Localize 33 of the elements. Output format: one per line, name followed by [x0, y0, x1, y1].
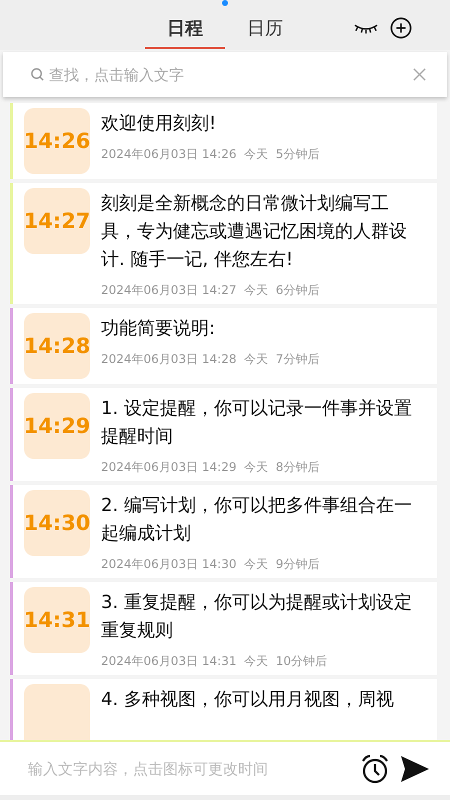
reminder-date: 2024年06月03日 14:31 今天 10分钟后 [101, 653, 328, 670]
composer-bar[interactable]: 输入文字内容，点击图标可更改时间 [0, 740, 450, 795]
time-badge: 14:31 [24, 587, 90, 653]
reminder-card[interactable]: 4. 多种视图，你可以用月视图，周视 [10, 679, 437, 740]
reminder-date: 2024年06月03日 14:30 今天 9分钟后 [101, 556, 320, 573]
time-badge: 14:30 [24, 490, 90, 556]
time-badge: 14:26 [24, 108, 90, 174]
reminder-text: 1. 设定提醒，你可以记录一件事并设置提醒时间 [101, 397, 413, 449]
time-badge [24, 684, 90, 740]
reminder-text: 3. 重复提醒，你可以为提醒或计划设定重复规则 [101, 591, 413, 643]
time-badge: 14:28 [24, 313, 90, 379]
reminder-text: 欢迎使用刻刻! [101, 112, 218, 136]
tab[interactable]: 日历 [225, 9, 305, 49]
alarm-clock-icon[interactable] [360, 754, 390, 784]
search-field[interactable]: 查找，点击输入文字 [3, 52, 447, 97]
reminder-text: 2. 编写计划，你可以把多件事组合在一起编成计划 [101, 494, 413, 546]
reminder-text: 4. 多种视图，你可以用月视图，周视 [101, 688, 395, 712]
search-icon [30, 67, 45, 82]
time-badge: 14:27 [24, 188, 90, 254]
reminder-text: 刻刻是全新概念的日常微计划编写工具，专为健忘或遭遇记忆困境的人群设计. 随手一记, 伴您左右! [101, 192, 408, 272]
tab[interactable]: 日程 [145, 9, 225, 49]
time-badge: 14:29 [24, 393, 90, 459]
reminder-date: 2024年06月03日 14:26 今天 5分钟后 [101, 146, 320, 163]
send-icon[interactable] [400, 754, 430, 782]
reminder-card[interactable]: 14:26 欢迎使用刻刻! 2024年06月03日 14:26 今天 5分钟后 [10, 103, 437, 179]
reminder-date: 2024年06月03日 14:28 今天 7分钟后 [101, 351, 320, 368]
page-indicator-dot [222, 0, 228, 6]
reminder-date: 2024年06月03日 14:27 今天 6分钟后 [101, 282, 320, 299]
reminder-card[interactable]: 14:28 功能简要说明: 2024年06月03日 14:28 今天 7分钟后 [10, 308, 437, 384]
reminder-text: 功能简要说明: [101, 317, 216, 341]
reminder-date: 2024年06月03日 14:29 今天 8分钟后 [101, 459, 320, 476]
add-icon[interactable] [390, 17, 412, 39]
closed-eye-icon[interactable] [354, 22, 378, 34]
